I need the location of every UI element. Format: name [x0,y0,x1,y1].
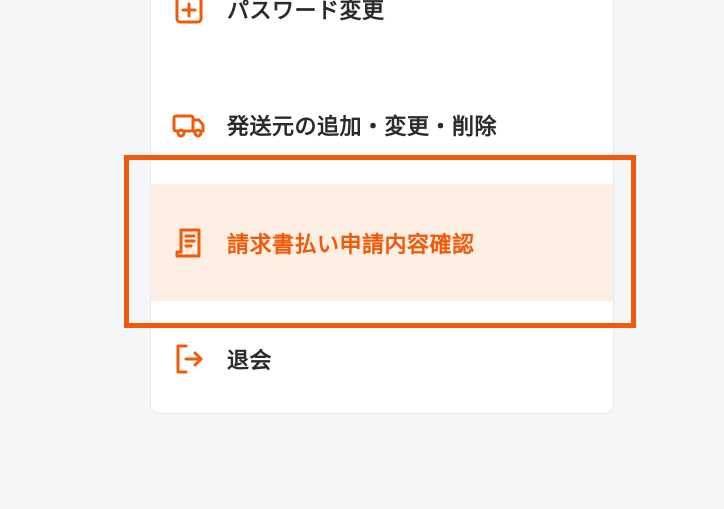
truck-icon [169,105,209,145]
logout-icon [169,339,209,379]
menu-item-label: 退会 [227,349,273,374]
menu-item-sender-management[interactable]: 発送元の追加・変更・削除 [151,97,613,153]
menu-item-label: 請求書払い申請内容確認 [227,232,475,258]
receipt-icon [169,223,209,263]
menu-item-password-change[interactable]: パスワード変更 [151,0,613,37]
menu-item-label: パスワード変更 [227,0,385,24]
menu-item-label: 発送元の追加・変更・削除 [227,115,498,140]
account-menu-card: パスワード変更 発送元の追加・変更・削除 請求書払い申請内容確認 退会 [150,0,614,414]
menu-item-withdraw[interactable]: 退会 [151,331,613,387]
password-change-icon [169,0,209,29]
menu-item-invoice-application[interactable]: 請求書払い申請内容確認 [151,184,613,301]
